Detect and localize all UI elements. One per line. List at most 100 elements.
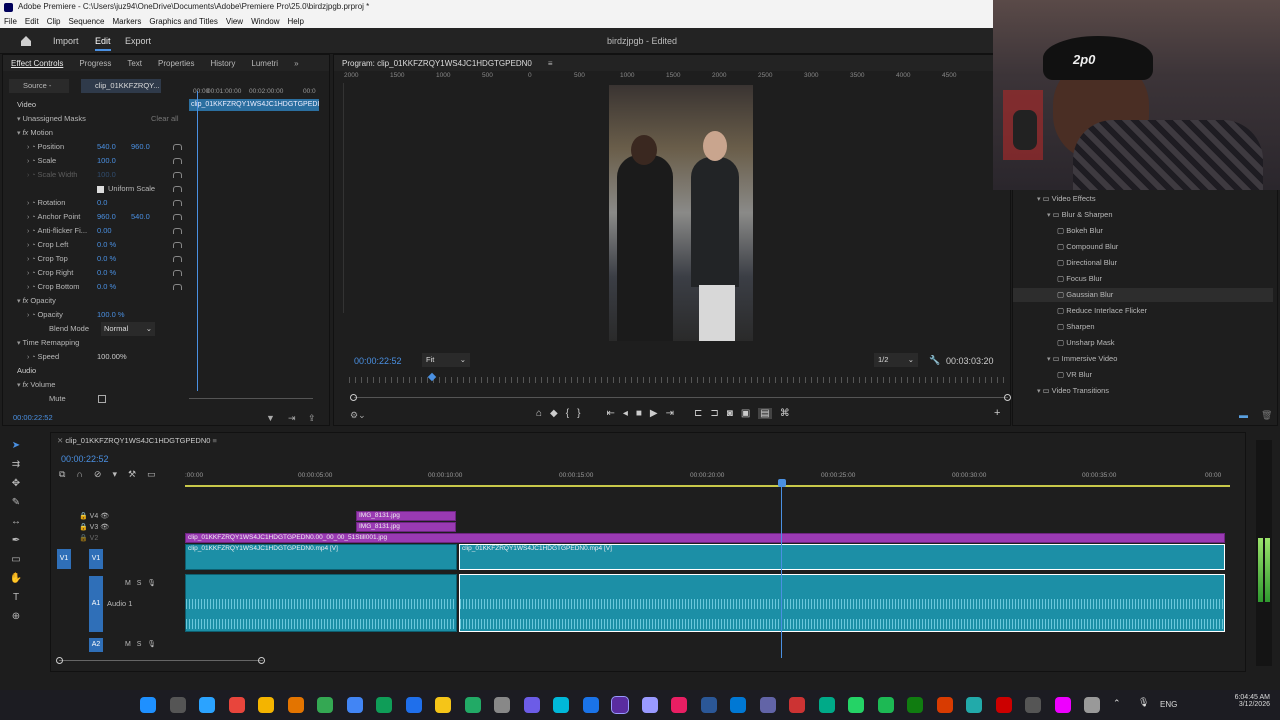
prop-value-1[interactable]: 0.00	[97, 224, 112, 238]
more-tabs-icon[interactable]: »	[294, 59, 298, 68]
tab-lumetri[interactable]: Lumetri	[251, 59, 278, 68]
v4-eye-icon[interactable]: 👁	[100, 513, 109, 520]
captions-icon[interactable]: ▭	[147, 469, 156, 480]
taskbar-files-icon[interactable]	[405, 697, 422, 713]
reset-icon[interactable]	[173, 144, 182, 150]
prop-value-1[interactable]: 960.0	[97, 210, 116, 224]
taskbar-chrome-6-icon[interactable]	[346, 697, 363, 713]
timeline-zoom-bar[interactable]	[59, 660, 263, 661]
taskbar-chrome-icon[interactable]	[199, 697, 215, 713]
program-zoom-bar[interactable]	[354, 397, 1008, 398]
tl-zoom-right-handle[interactable]	[258, 657, 265, 664]
tray-overflow-icon[interactable]: ⌃	[1113, 698, 1121, 709]
reset-icon[interactable]	[173, 284, 182, 290]
taskbar-edge-2-icon[interactable]	[553, 697, 569, 713]
rectangle-icon[interactable]: ▭	[11, 554, 20, 565]
add-button-icon[interactable]: +	[994, 407, 1000, 419]
taskbar-discord-icon[interactable]	[523, 697, 540, 713]
motion-effect[interactable]: ▾ fx Motion	[17, 126, 53, 140]
timeline-tab[interactable]: ✕ clip_01KKFZRQY1WS4JC1HDGTGPEDN0 ≡	[57, 434, 217, 448]
menu-edit[interactable]: Edit	[25, 17, 39, 26]
tab-history[interactable]: History	[210, 59, 235, 68]
taskbar-steam-icon[interactable]	[494, 697, 510, 713]
snap-icon[interactable]: ∩	[76, 469, 82, 480]
img-8131-clip-v3[interactable]: IMG_8131.jpg	[356, 522, 456, 532]
taskbar-chrome-2-icon[interactable]	[228, 697, 245, 713]
go-to-in-icon[interactable]: ⇤	[606, 408, 614, 419]
a2-mic-icon[interactable]: 🎙	[147, 641, 156, 648]
effect-item-blur-sharpen[interactable]: ▾ ▭ Blur & Sharpen	[1013, 208, 1273, 222]
menu-window[interactable]: Window	[251, 17, 279, 26]
timeline-playhead-handle[interactable]	[778, 479, 786, 487]
vr-icon[interactable]: ⌘	[780, 408, 790, 419]
add-marker-icon[interactable]: ▾	[112, 469, 117, 480]
prop-value-1[interactable]: 540.0	[97, 140, 116, 154]
import-tab[interactable]: Import	[53, 36, 79, 46]
reset-icon[interactable]	[173, 186, 182, 192]
mark-in-icon[interactable]: {	[566, 408, 569, 419]
zoom-left-handle[interactable]	[350, 394, 357, 401]
slip-icon[interactable]: ↔	[11, 516, 21, 527]
a2-solo[interactable]: S	[137, 641, 142, 648]
program-video-frame[interactable]	[609, 85, 753, 341]
effect-item-directional-blur[interactable]: ▢ Directional Blur	[1013, 256, 1273, 270]
prop-value-1[interactable]: 0.0 %	[97, 238, 116, 252]
a1-mute[interactable]: M	[125, 580, 131, 587]
taskbar-search-icon[interactable]	[169, 697, 186, 713]
hand-icon[interactable]: ✋	[10, 573, 22, 584]
menu-graphics[interactable]: Graphics and Titles	[149, 17, 217, 26]
speed-value[interactable]: 100.00%	[97, 350, 127, 364]
track-v1-target[interactable]: V1	[89, 549, 103, 569]
timeline-wrench-icon[interactable]: ⚒	[128, 469, 136, 480]
taskbar-start-icon[interactable]	[140, 697, 156, 713]
source-v1-patch[interactable]: V1	[57, 549, 71, 569]
reset-icon[interactable]	[173, 214, 182, 220]
video-clip-v1-b[interactable]: clip_01KKFZRQY1WS4JC1HDGTGPEDN0.mp4 [V]	[459, 544, 1225, 570]
menu-sequence[interactable]: Sequence	[68, 17, 104, 26]
prop-value-1[interactable]: 0.0 %	[97, 266, 116, 280]
selection-tool-icon[interactable]: ➤	[12, 440, 20, 451]
step-back-icon[interactable]: ◂	[623, 408, 628, 419]
taskbar-chrome-5-icon[interactable]	[317, 697, 333, 713]
new-bin-icon[interactable]: ▬	[1239, 410, 1248, 420]
fit-dropdown[interactable]: Fit ⌄	[422, 353, 470, 367]
taskbar-app-k-icon[interactable]	[1054, 697, 1071, 713]
source-dropdown[interactable]: Source -	[9, 79, 69, 93]
linked-icon[interactable]: ⊘	[94, 469, 102, 480]
taskbar-settings-icon[interactable]	[1084, 697, 1100, 713]
mute-checkbox[interactable]	[98, 395, 106, 403]
zoom-icon[interactable]: ⊕	[12, 611, 20, 622]
program-title[interactable]: Program: clip_01KKFZRQY1WS4JC1HDGTGPEDN0	[342, 59, 532, 68]
taskbar-app-g-icon[interactable]	[936, 697, 953, 713]
nest-icon[interactable]: ⧉	[59, 469, 65, 480]
reset-icon[interactable]	[173, 172, 182, 178]
filter-icon[interactable]: ▼	[266, 413, 275, 423]
tl-zoom-left-handle[interactable]	[56, 657, 63, 664]
taskbar-teams-icon[interactable]	[730, 697, 746, 713]
reset-icon[interactable]	[173, 256, 182, 262]
share-icon[interactable]: ⇪	[308, 413, 316, 424]
reset-icon[interactable]	[173, 228, 182, 234]
play-icon[interactable]: ▶	[650, 408, 658, 419]
taskbar-folder-icon[interactable]	[435, 697, 451, 713]
blend-mode-dropdown[interactable]: Normal ⌄	[101, 322, 155, 336]
prop-value-1[interactable]: 0.0 %	[97, 280, 116, 294]
a1-solo[interactable]: S	[137, 580, 142, 587]
marker-icon[interactable]: ◆	[550, 408, 558, 419]
effect-item-video-transitions[interactable]: ▾ ▭ Video Transitions	[1013, 384, 1273, 398]
work-area-bar[interactable]	[185, 485, 1230, 487]
menu-clip[interactable]: Clip	[47, 17, 61, 26]
home-icon[interactable]	[20, 35, 32, 47]
zoom-right-handle[interactable]	[1004, 394, 1011, 401]
taskbar-edge-icon[interactable]	[376, 697, 392, 713]
timeline-timecode[interactable]: 00:00:22:52	[61, 452, 109, 466]
img-8131-clip-v4[interactable]: IMG_8131.jpg	[356, 511, 456, 521]
tab-effect-controls[interactable]: Effect Controls	[11, 59, 63, 68]
tab-progress[interactable]: Progress	[79, 59, 111, 68]
pen-icon[interactable]: ✒	[12, 535, 20, 546]
edit-tab[interactable]: Edit	[95, 36, 111, 51]
insert-icon[interactable]: ⊏	[694, 408, 702, 419]
prop-value-1[interactable]: 100.0	[97, 168, 116, 182]
safe-margins-icon[interactable]: ▤	[758, 408, 772, 419]
mic-tray-icon[interactable]: 🎙	[1138, 697, 1149, 708]
